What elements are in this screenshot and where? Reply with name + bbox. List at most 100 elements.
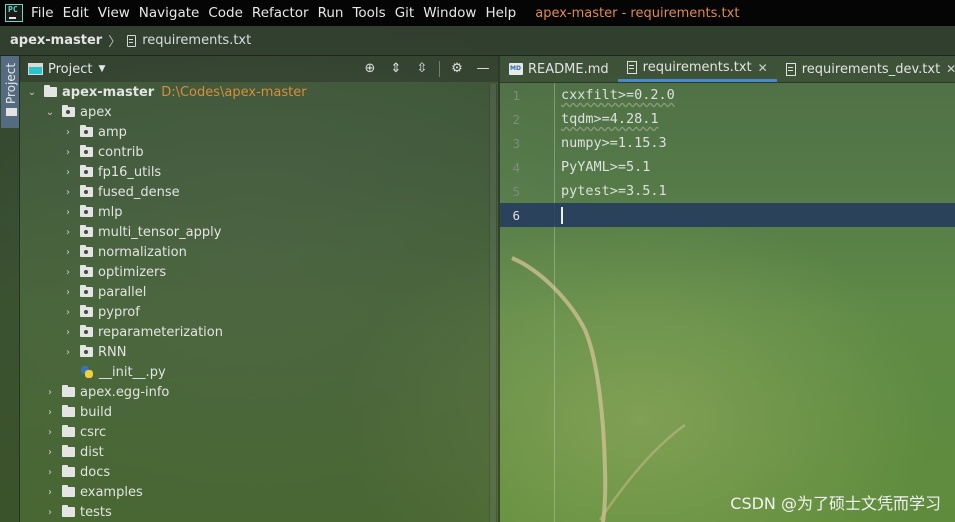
menu-file[interactable]: File [31, 5, 54, 21]
package-folder-icon [80, 325, 93, 337]
tree-item-parallel[interactable]: › parallel [62, 282, 146, 302]
tab-label: requirements_dev.txt [801, 61, 941, 77]
tree-item-pyprof[interactable]: › pyprof [62, 302, 140, 322]
chevron-down-icon[interactable]: ⌄ [26, 87, 38, 98]
tree-item-label: csrc [80, 424, 107, 440]
folder-icon [62, 445, 75, 457]
project-view-selector[interactable]: Project [48, 62, 92, 77]
chevron-right-icon: 〉 [108, 35, 122, 50]
tree-item-label: dist [80, 444, 104, 460]
chevron-right-icon[interactable]: › [62, 347, 74, 358]
package-folder-icon [80, 185, 93, 197]
chevron-right-icon[interactable]: › [62, 227, 74, 238]
breadcrumb-project[interactable]: apex-master [10, 33, 102, 48]
close-icon[interactable]: ✕ [946, 62, 955, 76]
code-text[interactable]: tqdm>=4.28.1 [561, 111, 659, 127]
project-panel: Project ▼ ⊕ ⇕ ⇳ ⚙ — ⌄ apex-master D:\Cod… [20, 56, 498, 522]
tab-readme-md[interactable]: README.md [500, 56, 618, 82]
gear-icon[interactable]: ⚙ [448, 60, 466, 78]
package-folder-icon [80, 145, 93, 157]
menu-refactor[interactable]: Refactor [252, 5, 309, 21]
pycharm-logo-icon[interactable]: PC [5, 4, 23, 22]
tree-item-label: apex-master [62, 84, 155, 100]
hide-panel-icon[interactable]: — [474, 60, 492, 78]
chevron-right-icon[interactable]: › [44, 447, 56, 458]
tree-item-rnn[interactable]: › RNN [62, 342, 126, 362]
code-line[interactable]: 3 numpy>=1.15.3 [500, 131, 955, 155]
chevron-right-icon[interactable]: › [62, 307, 74, 318]
tree-item-build[interactable]: › build [44, 402, 112, 422]
scrollbar-thumb[interactable] [490, 84, 496, 522]
menu-edit[interactable]: Edit [63, 5, 89, 21]
tree-item-label: normalization [98, 244, 187, 260]
tree-item-multi-tensor-apply[interactable]: › multi_tensor_apply [62, 222, 221, 242]
menu-code[interactable]: Code [208, 5, 243, 21]
tree-item-fp16-utils[interactable]: › fp16_utils [62, 162, 161, 182]
tree-item-fused-dense[interactable]: › fused_dense [62, 182, 180, 202]
chevron-right-icon[interactable]: › [62, 327, 74, 338]
tab-requirements-txt[interactable]: requirements.txt ✕ [617, 56, 777, 82]
tree-item-dist[interactable]: › dist [44, 442, 104, 462]
chevron-right-icon[interactable]: › [62, 127, 74, 138]
tree-item-apex-master[interactable]: ⌄ apex-master D:\Codes\apex-master [26, 82, 307, 102]
close-icon[interactable]: ✕ [758, 61, 768, 75]
tree-item-contrib[interactable]: › contrib [62, 142, 144, 162]
tree-item-amp[interactable]: › amp [62, 122, 127, 142]
collapse-all-icon[interactable]: ⇳ [413, 60, 431, 78]
tree-item-label: optimizers [98, 264, 167, 280]
menu-help[interactable]: Help [485, 5, 516, 21]
chevron-right-icon[interactable]: › [62, 247, 74, 258]
tree-item-mlp[interactable]: › mlp [62, 202, 123, 222]
chevron-right-icon[interactable]: › [44, 487, 56, 498]
code-line[interactable]: 1 cxxfilt>=0.2.0 [500, 83, 955, 107]
code-text[interactable]: PyYAML>=5.1 [561, 159, 650, 175]
current-code-line[interactable]: 6 [500, 203, 955, 227]
tab-requirements-dev-txt[interactable]: requirements_dev.txt ✕ [777, 56, 955, 82]
code-editor[interactable]: 1 cxxfilt>=0.2.0 2 tqdm>=4.28.1 3 numpy>… [500, 83, 955, 522]
tree-item-reparameterization[interactable]: › reparameterization [62, 322, 223, 342]
chevron-right-icon[interactable]: › [62, 207, 74, 218]
code-line[interactable]: 5 pytest>=3.5.1 [500, 179, 955, 203]
tree-item-apex-egg-info[interactable]: › apex.egg-info [44, 382, 169, 402]
chevron-right-icon[interactable]: › [44, 507, 56, 518]
tree-item-tests[interactable]: › tests [44, 502, 112, 522]
tree-item-init-py[interactable]: __init__.py [62, 362, 166, 382]
package-folder-icon [80, 345, 93, 357]
menu-navigate[interactable]: Navigate [139, 5, 200, 21]
tree-item-label: contrib [98, 144, 144, 160]
chevron-down-icon[interactable]: ▼ [98, 64, 105, 74]
chevron-right-icon[interactable]: › [62, 267, 74, 278]
chevron-right-icon[interactable]: › [62, 167, 74, 178]
tree-item-optimizers[interactable]: › optimizers [62, 262, 166, 282]
tree-item-apex[interactable]: ⌄ apex [44, 102, 112, 122]
chevron-right-icon[interactable]: › [44, 387, 56, 398]
code-line[interactable]: 4 PyYAML>=5.1 [500, 155, 955, 179]
code-text[interactable]: pytest>=3.5.1 [561, 183, 667, 199]
code-line[interactable]: 2 tqdm>=4.28.1 [500, 107, 955, 131]
locate-file-icon[interactable]: ⊕ [361, 60, 379, 78]
tree-item-normalization[interactable]: › normalization [62, 242, 187, 262]
menu-view[interactable]: View [98, 5, 130, 21]
code-text[interactable]: numpy>=1.15.3 [561, 135, 667, 151]
chevron-down-icon[interactable]: ⌄ [44, 107, 56, 118]
menu-git[interactable]: Git [395, 5, 415, 21]
expand-all-icon[interactable]: ⇕ [387, 60, 405, 78]
chevron-right-icon[interactable]: › [44, 427, 56, 438]
menu-run[interactable]: Run [318, 5, 344, 21]
tree-item-csrc[interactable]: › csrc [44, 422, 106, 442]
chevron-right-icon[interactable]: › [62, 187, 74, 198]
chevron-right-icon[interactable]: › [62, 287, 74, 298]
chevron-right-icon[interactable]: › [44, 407, 56, 418]
menu-tools[interactable]: Tools [352, 5, 385, 21]
menu-window[interactable]: Window [423, 5, 476, 21]
chevron-right-icon[interactable]: › [44, 467, 56, 478]
project-scrollbar[interactable] [489, 84, 497, 522]
line-number: 3 [512, 135, 520, 151]
code-text[interactable]: cxxfilt>=0.2.0 [561, 87, 675, 103]
breadcrumb-file[interactable]: requirements.txt [142, 33, 251, 48]
chevron-right-icon[interactable]: › [62, 147, 74, 158]
project-tool-tab[interactable]: Project [1, 56, 19, 128]
tree-item-examples[interactable]: › examples [44, 482, 143, 502]
project-tool-label: Project [4, 62, 18, 104]
tree-item-docs[interactable]: › docs [44, 462, 110, 482]
